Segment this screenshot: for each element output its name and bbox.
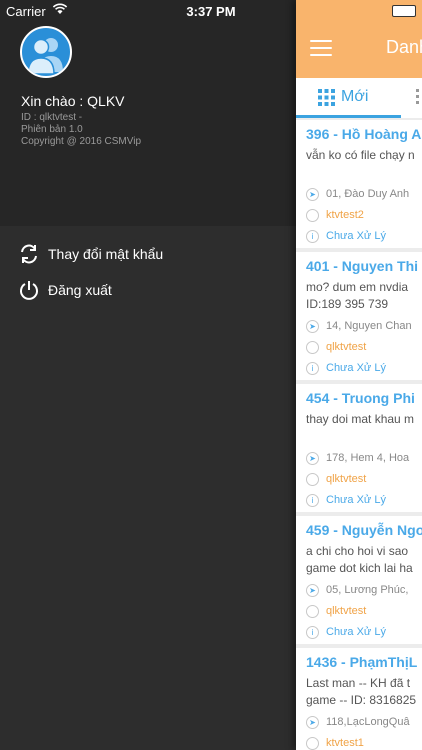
- main-panel: Danh Mới 396 - Hồ Hoàng A vẫn ko có file…: [296, 0, 422, 750]
- user-icon: [306, 604, 319, 618]
- ticket-title: 401 - Nguyen Thi: [306, 258, 419, 274]
- ticket-card[interactable]: 401 - Nguyen Thi mo? dum em nvdia ID:189…: [296, 252, 422, 380]
- ticket-status: Chưa Xử Lý: [326, 230, 386, 242]
- ticket-user-row: qlktvtest: [306, 603, 366, 619]
- greeting-text: Xin chào : QLKV: [21, 93, 125, 109]
- ticket-address-row: ➤ 118,LạcLongQuâ: [306, 714, 410, 730]
- ticket-description: vẫn ko có file chạy n: [306, 148, 415, 162]
- ticket-status: Chưa Xử Lý: [326, 362, 386, 374]
- ticket-title: 1436 - PhạmThịL: [306, 654, 418, 670]
- ticket-address: 14, Nguyen Chan: [326, 320, 412, 332]
- ticket-address-row: ➤ 14, Nguyen Chan: [306, 318, 412, 334]
- ticket-status: Chưa Xử Lý: [326, 494, 386, 506]
- ticket-user: qlktvtest: [326, 605, 367, 617]
- ticket-description: Last man -- KH đã t: [306, 676, 411, 690]
- location-icon: ➤: [306, 451, 319, 465]
- ticket-address-row: ➤ 01, Đào Duy Anh: [306, 186, 409, 202]
- location-icon: ➤: [306, 715, 319, 729]
- change-password-label: Thay đổi mật khẩu: [48, 246, 164, 262]
- logout-button[interactable]: Đăng xuất: [18, 277, 112, 303]
- copyright-text: Copyright @ 2016 CSMVip: [21, 136, 142, 147]
- location-icon: ➤: [306, 187, 319, 201]
- ticket-status-row: i Chưa Xử Lý: [306, 228, 386, 244]
- tab-bar: Mới: [296, 78, 422, 118]
- ticket-title: 459 - Nguyễn Ngo: [306, 522, 422, 538]
- version-text: Phiên bản 1.0: [21, 124, 83, 135]
- ticket-user: ktvtest1: [326, 737, 364, 749]
- location-icon: ➤: [306, 319, 319, 333]
- ticket-card[interactable]: 459 - Nguyễn Ngo a chi cho hoi vi sao ga…: [296, 516, 422, 644]
- info-icon: i: [306, 361, 319, 375]
- ticket-user: qlktvtest: [326, 473, 367, 485]
- ticket-user: qlktvtest: [326, 341, 367, 353]
- user-icon: [306, 208, 319, 222]
- avatar-icon: [20, 26, 72, 78]
- ticket-user-row: ktvtest2: [306, 207, 364, 223]
- active-tab-indicator: [296, 115, 401, 118]
- ticket-user-row: qlktvtest: [306, 471, 366, 487]
- location-icon: ➤: [306, 583, 319, 597]
- user-icon: [306, 736, 319, 750]
- ticket-card[interactable]: 1436 - PhạmThịL Last man -- KH đã t game…: [296, 648, 422, 750]
- ticket-address: 05, Lương Phúc,: [326, 584, 409, 596]
- ticket-description: ID:189 395 739: [306, 297, 389, 311]
- grid-icon: [318, 88, 335, 106]
- power-icon: [18, 279, 40, 301]
- ticket-user-row: qlktvtest: [306, 339, 366, 355]
- refresh-icon: [18, 243, 40, 265]
- logout-label: Đăng xuất: [48, 282, 112, 298]
- tab-other-icon[interactable]: [416, 88, 422, 111]
- ticket-description: a chi cho hoi vi sao: [306, 544, 409, 558]
- ticket-status: Chưa Xử Lý: [326, 626, 386, 638]
- ticket-user: ktvtest2: [326, 209, 364, 221]
- page-title: Danh: [386, 37, 422, 57]
- ticket-status-row: i Chưa Xử Lý: [306, 360, 386, 376]
- ticket-description: thay doi mat khau m: [306, 412, 415, 426]
- ticket-address: 118,LạcLongQuâ: [326, 716, 410, 728]
- ticket-user-row: ktvtest1: [306, 735, 364, 750]
- info-icon: i: [306, 229, 319, 243]
- ticket-address-row: ➤ 178, Hem 4, Hoa: [306, 450, 409, 466]
- change-password-button[interactable]: Thay đổi mật khẩu: [18, 241, 163, 267]
- status-bar: Carrier 3:37 PM: [0, 0, 422, 22]
- side-drawer: Xin chào : QLKV ID : qlktvtest - Phiên b…: [0, 0, 296, 750]
- ticket-card[interactable]: 454 - Truong Phi thay doi mat khau m ➤ 1…: [296, 384, 422, 512]
- ticket-status-row: i Chưa Xử Lý: [306, 624, 386, 640]
- tab-new[interactable]: Mới: [318, 88, 368, 106]
- ticket-title: 396 - Hồ Hoàng A: [306, 126, 422, 142]
- ticket-card[interactable]: 396 - Hồ Hoàng A vẫn ko có file chạy n ➤…: [296, 120, 422, 248]
- info-icon: i: [306, 625, 319, 639]
- hamburger-menu-icon[interactable]: [310, 40, 332, 56]
- ticket-address: 178, Hem 4, Hoa: [326, 452, 410, 464]
- ticket-address: 01, Đào Duy Anh: [326, 188, 410, 200]
- ticket-description: game -- ID: 8316825: [306, 693, 417, 707]
- info-icon: i: [306, 493, 319, 507]
- ticket-status-row: i Chưa Xử Lý: [306, 492, 386, 508]
- ticket-description: game dot kich lai ha: [306, 561, 413, 575]
- tab-new-label: Mới: [341, 88, 369, 105]
- ticket-description: mo? dum em nvdia: [306, 280, 409, 294]
- user-id-text: ID : qlktvtest -: [21, 112, 83, 123]
- battery-icon: [392, 5, 416, 17]
- ticket-title: 454 - Truong Phi: [306, 390, 415, 406]
- user-icon: [306, 472, 319, 486]
- drawer-profile-section: Xin chào : QLKV ID : qlktvtest - Phiên b…: [0, 0, 296, 226]
- clock: 3:37 PM: [186, 4, 236, 19]
- ticket-address-row: ➤ 05, Lương Phúc,: [306, 582, 408, 598]
- user-icon: [306, 340, 319, 354]
